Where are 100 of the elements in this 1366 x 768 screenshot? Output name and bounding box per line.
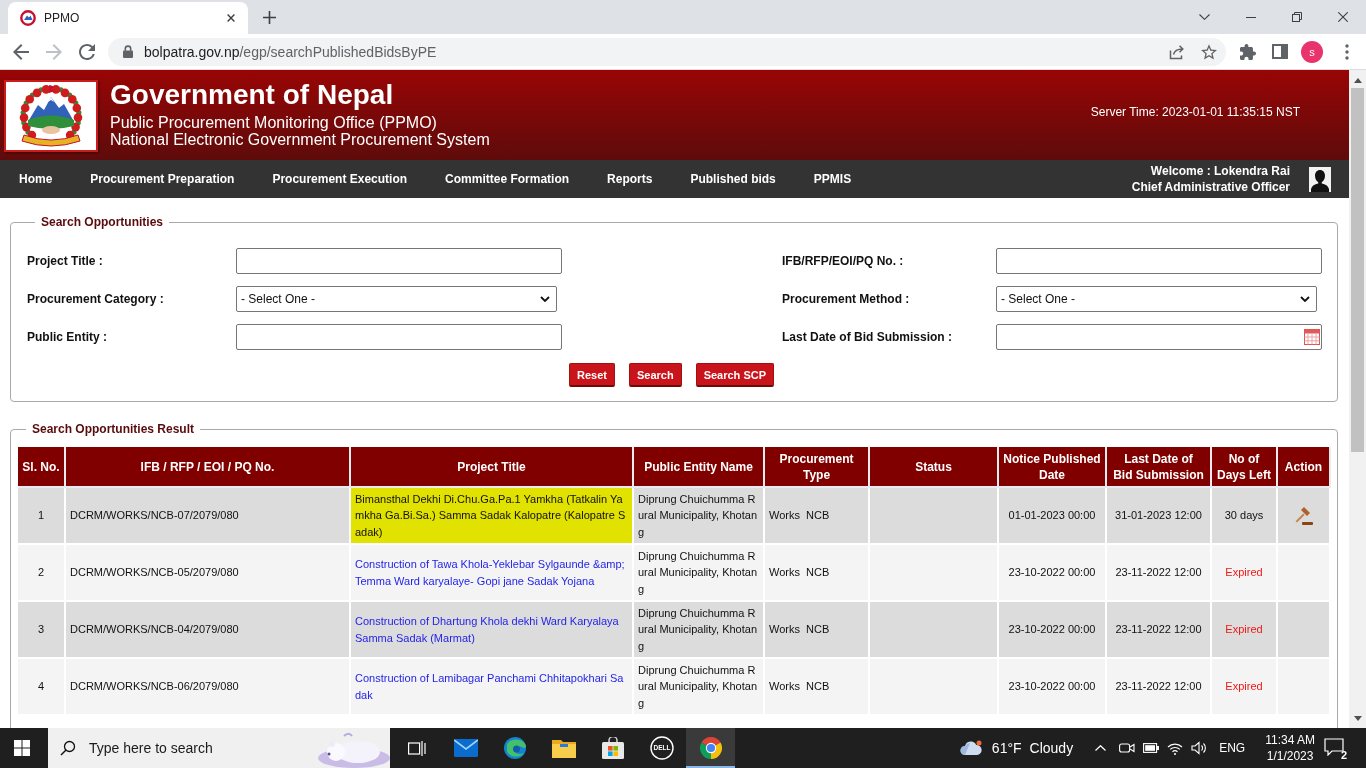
table-cell: 4	[18, 659, 66, 716]
weather-cloud-icon[interactable]	[959, 740, 982, 756]
column-header: Sl. No.	[18, 447, 66, 488]
site-title: Government of Nepal	[110, 79, 395, 110]
field-label: Last Date of Bid Submission :	[782, 330, 953, 344]
text-field[interactable]	[996, 248, 1322, 274]
video-camera-icon[interactable]	[1119, 741, 1136, 755]
section-legend: Search Opportunities Result	[26, 422, 201, 436]
scrollbar-thumb[interactable]	[1351, 88, 1364, 452]
restore-icon[interactable]	[1292, 12, 1302, 22]
close-tab-icon[interactable]	[227, 14, 235, 22]
task-view-icon[interactable]	[407, 739, 426, 757]
select-field[interactable]: - Select One -	[236, 286, 557, 312]
wifi-icon[interactable]	[1167, 741, 1184, 755]
side-panel-icon[interactable]	[1272, 44, 1288, 59]
chevron-down-icon[interactable]	[1199, 14, 1210, 20]
scroll-down-icon[interactable]	[1353, 716, 1362, 721]
user-role: Chief Administrative Officer	[1131, 179, 1290, 195]
scroll-up-icon[interactable]	[1353, 78, 1362, 83]
nav-link[interactable]: Committee Formation	[445, 172, 570, 186]
field-label: Project Title :	[27, 254, 104, 268]
nav-link[interactable]: Home	[19, 172, 53, 186]
action-button[interactable]: Search	[628, 363, 682, 387]
clock-time[interactable]: 11:34 AM	[1265, 732, 1315, 748]
profile-button[interactable]: s	[1301, 40, 1323, 63]
taskbar-search-box[interactable]: Type here to search	[48, 728, 390, 768]
text-field[interactable]	[236, 324, 562, 350]
table-cell: 23-10-2022 00:00	[999, 659, 1107, 716]
share-icon[interactable]	[1169, 43, 1185, 60]
close-icon[interactable]	[1338, 12, 1348, 22]
emblem-favicon-icon	[20, 10, 36, 26]
notification-count: 2	[1340, 749, 1347, 761]
bookmark-star-icon[interactable]	[1201, 43, 1217, 60]
column-header: IFB / RFP / EOI / PQ No.	[66, 447, 351, 488]
more-menu-icon[interactable]	[1345, 43, 1349, 60]
browser-tab[interactable]: PPMO	[8, 2, 248, 34]
url-text[interactable]: bolpatra.gov.np/egp/searchPublishedBidsByPE	[144, 43, 437, 60]
puzzle-piece-icon[interactable]	[1240, 43, 1256, 60]
minimize-icon[interactable]	[1246, 16, 1256, 18]
chrome-browser-icon[interactable]	[698, 736, 723, 760]
store-bag-icon[interactable]	[601, 737, 624, 759]
weather-temperature[interactable]: 61°F	[991, 740, 1022, 756]
user-avatar-icon[interactable]	[1309, 166, 1331, 192]
server-time: Server Time: 2023-01-01 11:35:15 NST	[1090, 105, 1300, 119]
field-label: Procurement Category :	[27, 292, 165, 306]
reload-icon[interactable]	[79, 43, 95, 60]
gavel-icon[interactable]	[1293, 505, 1314, 526]
calendar-icon[interactable]	[1304, 329, 1320, 345]
windows-start-icon[interactable]	[14, 740, 30, 756]
column-header: Last Date of Bid Submission	[1107, 447, 1212, 488]
chevron-down-icon[interactable]	[540, 296, 550, 302]
language-indicator[interactable]: ENG	[1219, 741, 1246, 755]
nav-link[interactable]: Published bids	[690, 172, 776, 186]
table-cell: Works NCB	[765, 659, 870, 716]
project-title-link[interactable]: Construction of Tawa Khola-Yeklebar Sylgaunde &amp; Temma Ward karyalaye- Gopi jane Sadak Yojana	[355, 556, 626, 589]
select-field[interactable]: - Select One -	[996, 286, 1317, 312]
nav-link[interactable]: Procurement Execution	[272, 172, 408, 186]
table-cell: DCRM/WORKS/NCB-06/2079/080	[66, 659, 351, 716]
column-header: No of Days Left	[1212, 447, 1278, 488]
welcome-text: Welcome : Lokendra Rai	[1149, 163, 1290, 179]
column-header: Status	[870, 447, 999, 488]
battery-icon[interactable]	[1143, 743, 1160, 753]
table-cell: 23-11-2022 12:00	[1107, 659, 1212, 716]
search-input-field[interactable]: Type here to search	[89, 739, 289, 757]
edge-browser-icon[interactable]	[503, 737, 526, 759]
field-label: Public Entity :	[27, 330, 108, 344]
new-tab-icon[interactable]	[263, 10, 276, 24]
action-button[interactable]: Search SCP	[695, 363, 774, 387]
site-subtitle: National Electronic Government Procurement System	[110, 131, 490, 148]
site-subtitle: Public Procurement Monitoring Office (PPMO)	[110, 114, 438, 131]
weather-condition[interactable]: Cloudy	[1029, 740, 1074, 756]
nav-link[interactable]: Procurement Preparation	[90, 172, 235, 186]
column-header: Notice Published Date	[999, 447, 1107, 488]
field-label: IFB/RFP/EOI/PQ No. :	[782, 254, 905, 268]
table-cell: Diprung Chuichumma Rural Municipality, Khotang	[634, 659, 765, 716]
mail-icon[interactable]	[453, 739, 478, 757]
section-legend: Search Opportunities	[35, 215, 170, 229]
chevron-down-icon[interactable]	[1300, 296, 1310, 302]
chevron-up-icon[interactable]	[1095, 745, 1107, 751]
text-field[interactable]	[236, 248, 562, 274]
scrollbar[interactable]	[1349, 70, 1366, 728]
column-header: Public Entity Name	[634, 447, 765, 488]
folder-icon[interactable]	[551, 738, 576, 758]
date-field[interactable]	[996, 324, 1322, 350]
column-header: Procurement Type	[765, 447, 870, 488]
field-label: Procurement Method :	[782, 292, 911, 306]
table-cell: Expired	[1212, 659, 1278, 716]
nav-link[interactable]: PPMIS	[813, 172, 852, 186]
action-button[interactable]: Reset	[568, 363, 615, 387]
back-arrow-icon[interactable]	[13, 43, 29, 60]
speaker-icon[interactable]	[1191, 741, 1208, 755]
clock-date[interactable]: 1/1/2023	[1265, 748, 1315, 764]
project-title-link[interactable]: Construction of Lamibagar Panchami Chhitapokhari Sadak	[355, 670, 626, 703]
address-bar[interactable]: bolpatra.gov.np/egp/searchPublishedBidsByPE	[108, 37, 1226, 66]
nav-link[interactable]: Reports	[607, 172, 653, 186]
project-title-link[interactable]: Bimansthal Dekhi Di.Chu.Ga.Pa.1 Yamkha (Tatkalin Yamkha Ga.Bi.Sa.) Samma Sadak Kalopatre (Kalopatre Sadak)	[355, 490, 626, 541]
project-title-link[interactable]: Construction of Dhartung Khola dekhi Ward Karyalaya Samma Sadak (Marmat)	[355, 613, 626, 646]
search-icon	[60, 740, 76, 756]
column-header: Action	[1278, 447, 1331, 488]
lock-icon[interactable]	[123, 45, 133, 58]
